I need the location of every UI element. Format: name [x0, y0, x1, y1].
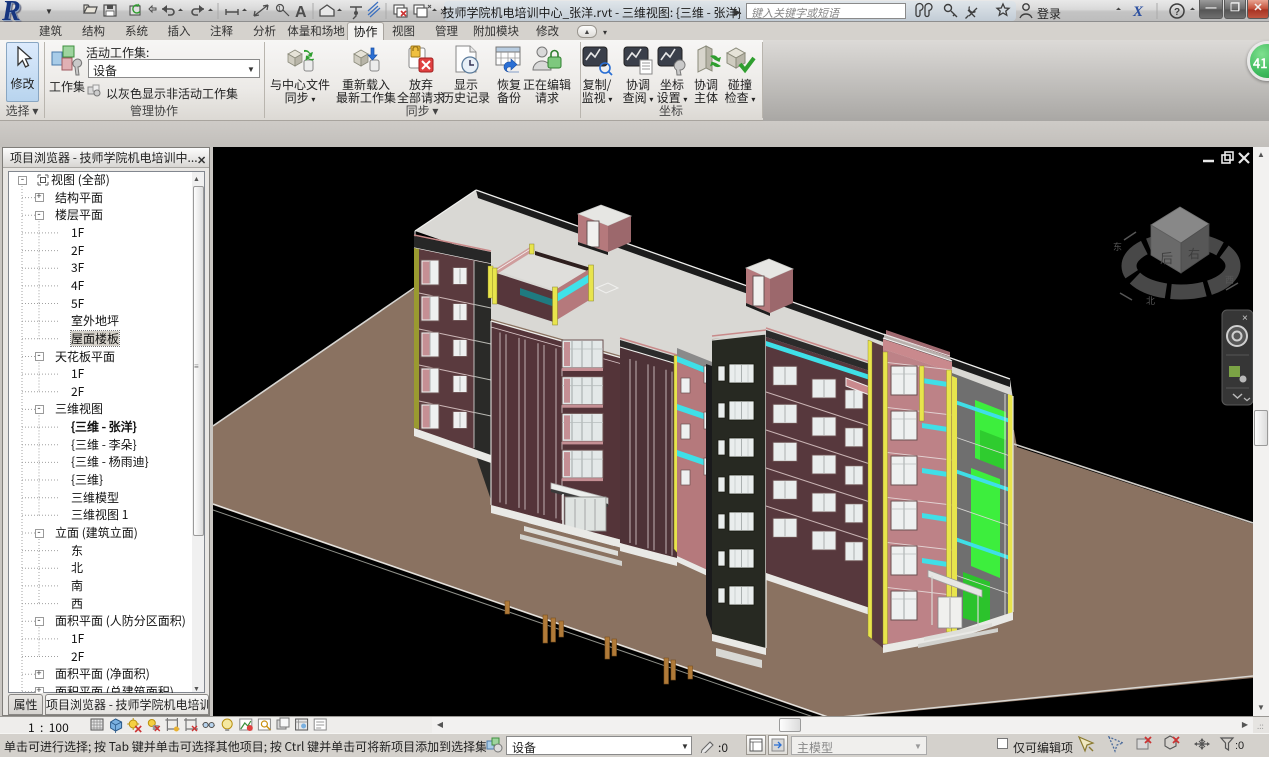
svg-text:×: × [1242, 313, 1248, 324]
svg-text:东: 东 [1113, 240, 1122, 253]
svg-text::0: :0 [1235, 740, 1244, 752]
svg-text:?: ? [1174, 7, 1180, 18]
svg-text:西: 西 [1225, 273, 1234, 286]
svg-text:X: X [1132, 4, 1144, 20]
svg-text:A: A [295, 4, 307, 21]
svg-text:北: 北 [1146, 294, 1155, 307]
svg-text:1: 1 [278, 4, 282, 14]
svg-text:后: 后 [1160, 248, 1173, 267]
svg-text:右: 右 [1188, 245, 1200, 262]
